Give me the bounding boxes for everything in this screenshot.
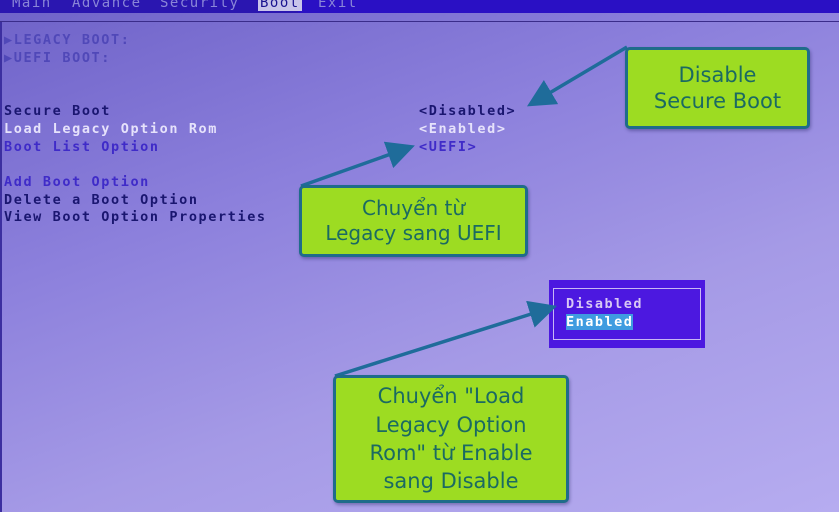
callout-text: Chuyển "Load Legacy Option Rom" từ Enabl… bbox=[369, 384, 533, 494]
callout-text: Chuyển từ Legacy sang UEFI bbox=[325, 196, 502, 245]
callout-legacy-rom: Chuyển "Load Legacy Option Rom" từ Enabl… bbox=[333, 375, 569, 503]
arrow-boot-list bbox=[300, 141, 415, 188]
arrow-secure-boot bbox=[526, 45, 628, 107]
callout-legacy-to-uefi: Chuyển từ Legacy sang UEFI bbox=[299, 185, 528, 257]
callout-text: Disable Secure Boot bbox=[653, 62, 782, 113]
arrow-legacy-rom bbox=[334, 300, 558, 378]
callout-disable-secure-boot: Disable Secure Boot bbox=[625, 47, 810, 129]
